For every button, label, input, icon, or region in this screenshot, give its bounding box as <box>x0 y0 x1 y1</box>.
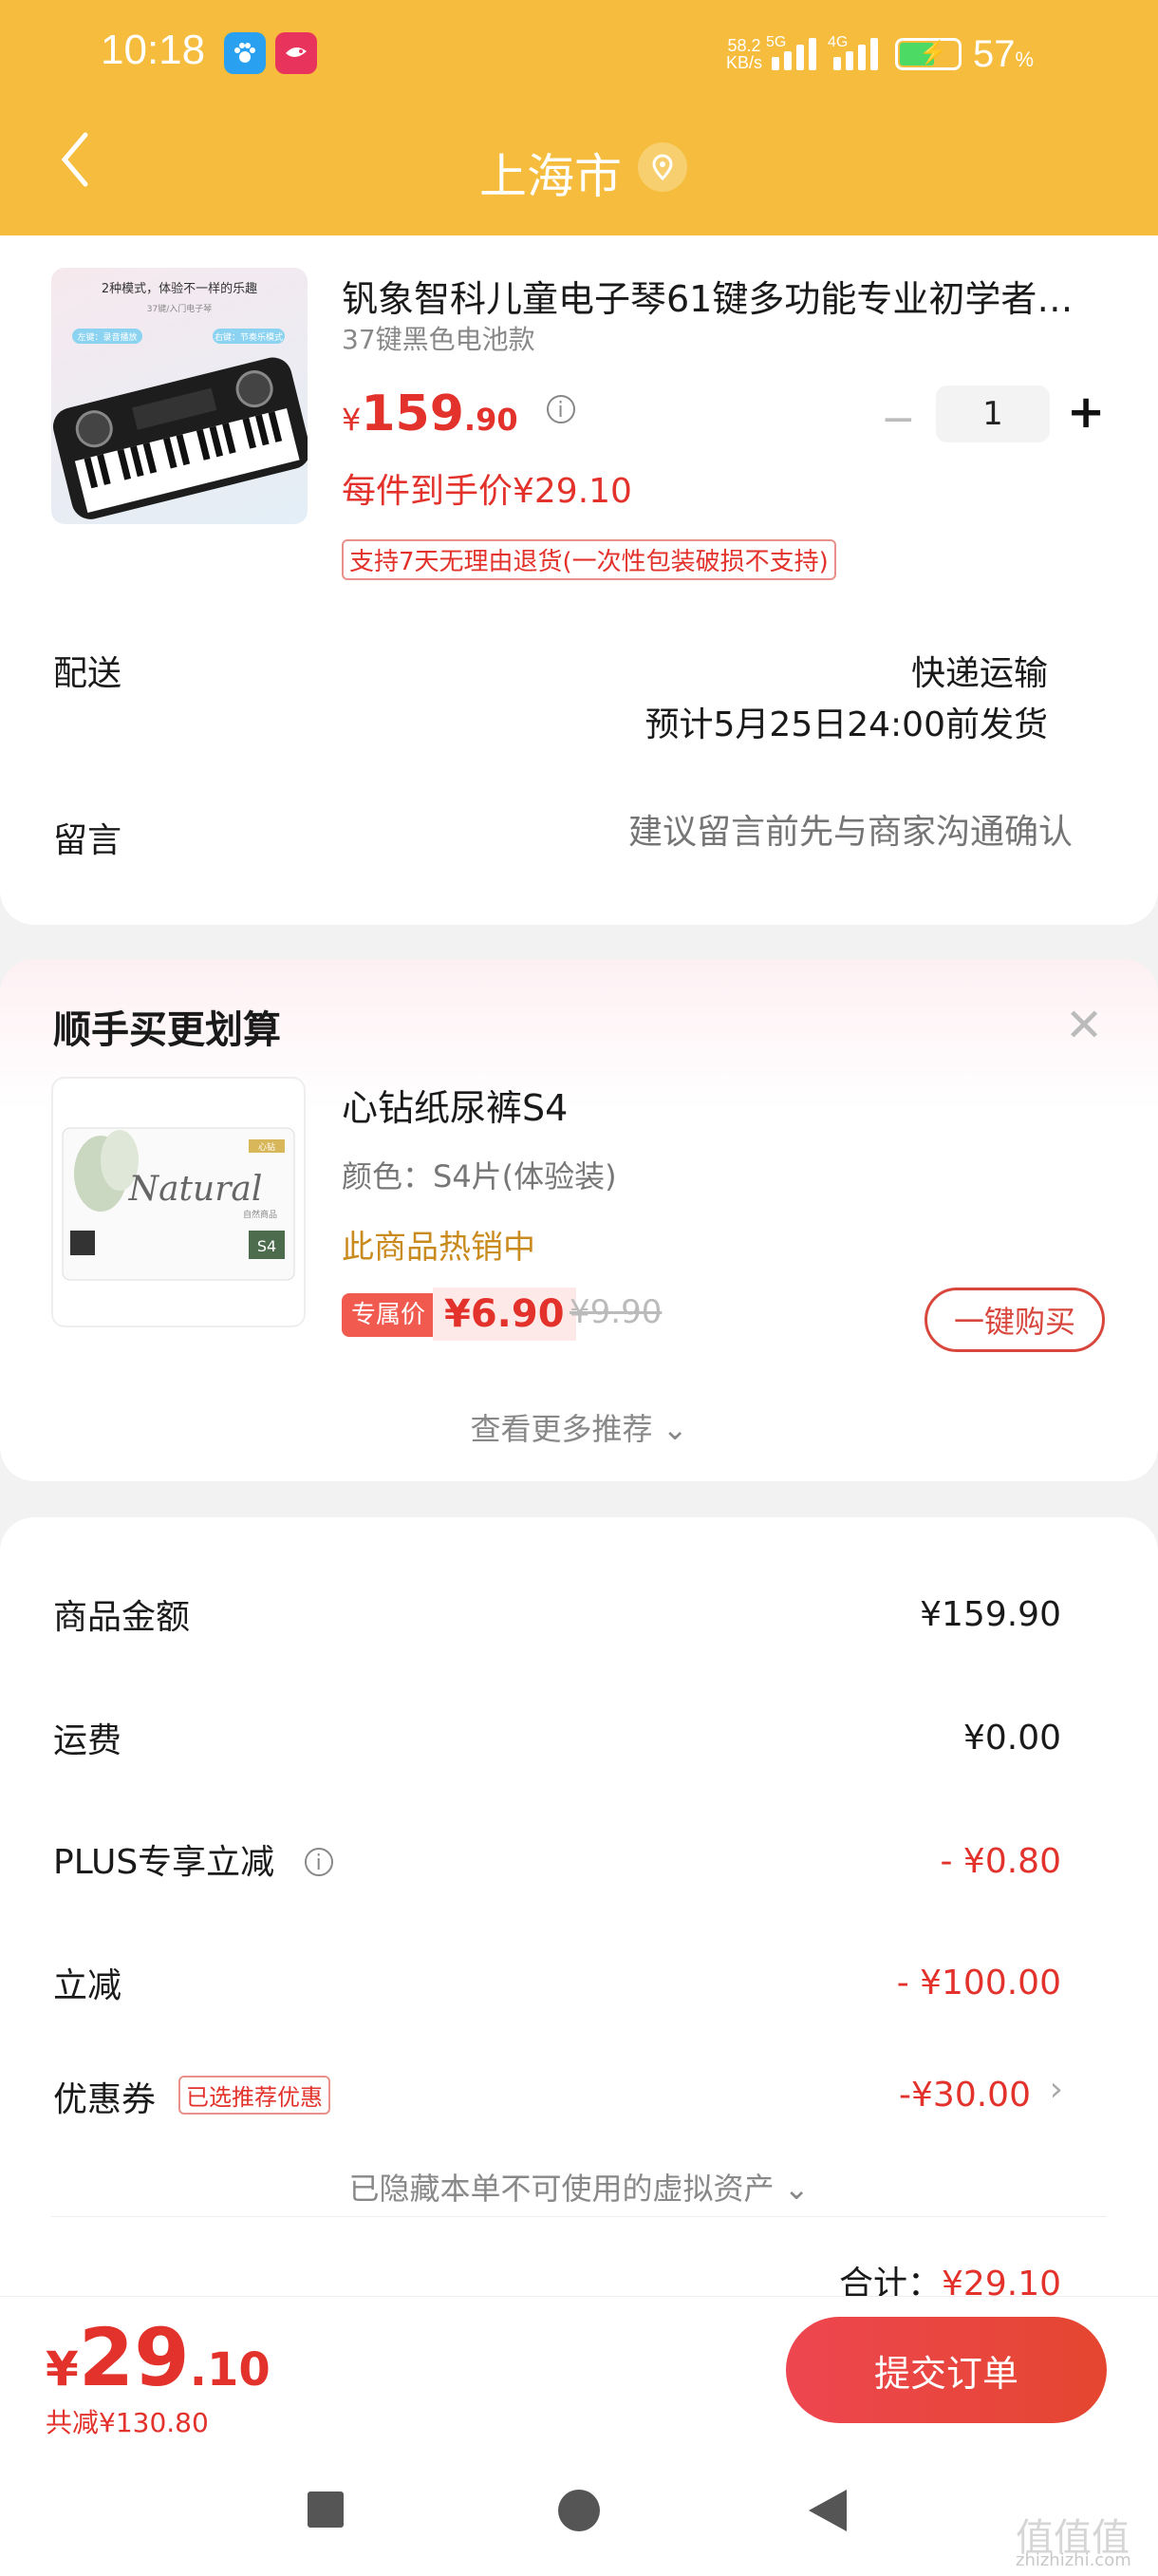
network-speed: 58.2 KB/s <box>726 36 763 72</box>
recent-apps-icon[interactable] <box>308 2491 344 2528</box>
svg-text:右键：节奏乐模式: 右键：节奏乐模式 <box>215 331 283 343</box>
product-price: ¥159.90 i <box>342 385 575 442</box>
delivery-method[interactable]: 快递运输 <box>911 646 1048 695</box>
svg-text:心钻: 心钻 <box>258 1141 275 1153</box>
summary-value-plus: - ¥0.80 <box>940 1842 1062 1881</box>
summary-label-goods: 商品金额 <box>53 1598 191 1637</box>
message-label: 留言 <box>53 821 122 860</box>
submit-order-button[interactable]: 提交订单 <box>786 2317 1107 2423</box>
total-saved: 共减¥130.80 <box>46 2407 209 2438</box>
svg-text:左键：录音播放: 左键：录音播放 <box>77 331 137 343</box>
chevron-down-icon: ⌄ <box>783 2171 810 2207</box>
location-pin-icon[interactable] <box>638 142 687 192</box>
svg-text:Natural: Natural <box>128 1170 263 1209</box>
home-icon[interactable] <box>558 2490 600 2531</box>
plus-info-icon[interactable]: i <box>304 1848 333 1876</box>
battery-icon: ⚡ <box>895 38 962 70</box>
recommend-hot-label: 此商品热销中 <box>342 1229 535 1267</box>
quantity-increase-button[interactable]: + <box>1067 385 1105 439</box>
divider <box>51 2216 1107 2217</box>
recommend-image[interactable]: Natural 自然商品 心钻 S4 <box>51 1077 306 1327</box>
quantity-decrease-button[interactable]: − <box>881 395 916 443</box>
summary-value-discount: - ¥100.00 <box>896 1964 1061 2003</box>
summary-label-shipping: 运费 <box>53 1721 122 1760</box>
delivery-label: 配送 <box>53 654 122 693</box>
summary-value-shipping: ¥0.00 <box>962 1719 1061 1758</box>
fish-app-icon <box>275 32 317 74</box>
coupon-tag: 已选推荐优惠 <box>178 2076 330 2115</box>
original-price: ¥9.90 <box>570 1293 663 1331</box>
price-info-icon[interactable]: i <box>546 395 575 423</box>
svg-text:自然商品: 自然商品 <box>243 1209 277 1220</box>
more-recommend-link[interactable]: 查看更多推荐 ⌄ <box>0 1405 1158 1449</box>
recommend-name[interactable]: 心钻纸尿裤S4 <box>342 1079 568 1131</box>
back-icon[interactable] <box>807 2488 849 2537</box>
recommend-color: 颜色：S4片(体验装) <box>342 1158 617 1194</box>
watermark-url: zhizhizhi.com <box>1016 2550 1131 2570</box>
hidden-assets-toggle[interactable]: 已隐藏本单不可使用的虚拟资产 ⌄ <box>0 2165 1158 2209</box>
summary-label-plus: PLUS专享立减 i <box>53 1834 333 1884</box>
signal-5g-icon: 5G <box>766 34 817 70</box>
unit-price: 每件到手价¥29.10 <box>342 472 632 511</box>
status-time: 10:18 <box>101 27 206 73</box>
svg-text:2种模式，体验不一样的乐趣: 2种模式，体验不一样的乐趣 <box>102 281 257 296</box>
product-title[interactable]: 钒象智科儿童电子琴61键多功能专业初学者… <box>342 270 1092 322</box>
payable-price: ¥29.10 <box>46 2311 271 2404</box>
signal-4g-icon: 4G <box>828 34 879 70</box>
page-title: 上海市 <box>479 149 622 204</box>
exclusive-price: ¥6.90 <box>433 1288 576 1341</box>
summary-label-discount: 立减 <box>53 1966 122 2005</box>
product-image[interactable]: 2种模式，体验不一样的乐趣 37键/入门电子琴 左键：录音播放 右键：节奏乐模式 <box>51 268 308 524</box>
summary-label-coupon[interactable]: 优惠券 <box>53 2072 156 2121</box>
battery-percent: 57% <box>973 32 1035 75</box>
delivery-eta: 预计5月25日24:00前发货 <box>644 705 1048 744</box>
recommend-title: 顺手买更划算 <box>53 1008 281 1052</box>
svg-text:37键/入门电子琴: 37键/入门电子琴 <box>147 303 213 314</box>
summary-value-coupon[interactable]: -¥30.00 <box>899 2076 1031 2115</box>
product-spec: 37键黑色电池款 <box>342 324 535 355</box>
return-policy-tag: 支持7天无理由退货(一次性包装破损不支持) <box>342 539 836 580</box>
chevron-right-icon[interactable]: › <box>1050 2070 1063 2109</box>
status-indicators: 58.2 KB/s 5G 4G ⚡ 57% <box>726 28 1125 80</box>
quantity-input[interactable] <box>936 385 1050 442</box>
chevron-down-icon: ⌄ <box>662 1411 688 1447</box>
close-icon[interactable]: ✕ <box>1065 999 1103 1052</box>
paw-app-icon <box>224 32 266 74</box>
summary-value-goods: ¥159.90 <box>920 1595 1061 1634</box>
svg-text:S4: S4 <box>257 1237 276 1255</box>
exclusive-price-tag: 专属价 <box>342 1293 436 1337</box>
one-click-buy-button[interactable]: 一键购买 <box>925 1288 1105 1352</box>
message-input[interactable] <box>570 813 1073 852</box>
